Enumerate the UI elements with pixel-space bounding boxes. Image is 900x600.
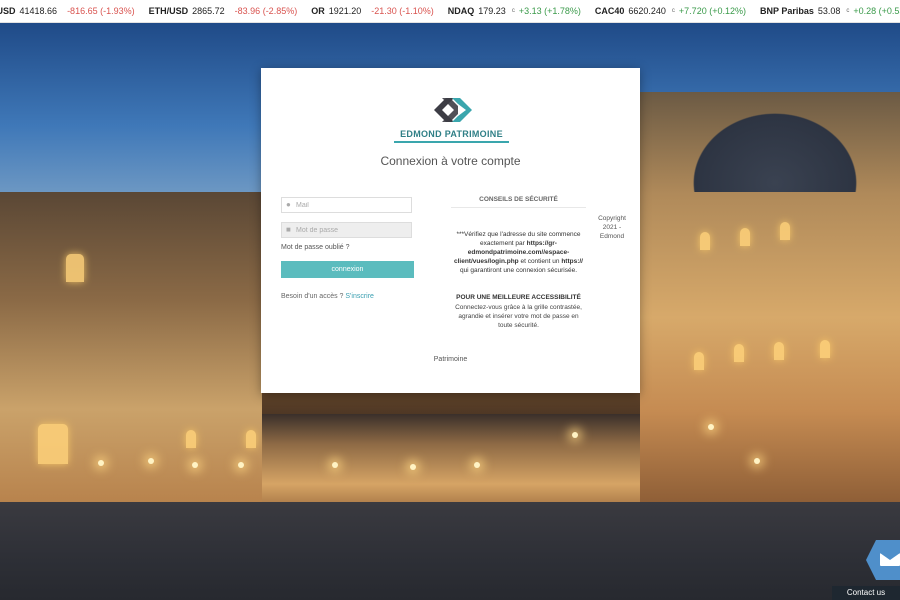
ticker-change: -21.30 (-1.10%) bbox=[371, 6, 434, 16]
password-input[interactable] bbox=[296, 224, 406, 236]
ticker-symbol: ETH/USD bbox=[148, 6, 189, 16]
ticker-item: CAC40 6620.240 c +7.720 (+0.12%) bbox=[595, 0, 746, 22]
ticker-item: OR 1921.20 -21.30 (-1.10%) bbox=[311, 0, 434, 22]
signup-prefix: Besoin d'un accès ? bbox=[281, 293, 344, 300]
ticker-item: ETH/USD 2865.72 -83.96 (-2.85%) bbox=[149, 0, 298, 22]
ticker-change: -83.96 (-2.85%) bbox=[234, 6, 298, 16]
ticker-item: BNP Paribas53.08 c+0.28 (+0.53%) bbox=[760, 0, 900, 22]
ticker-value: 41418.66 bbox=[19, 6, 58, 16]
password-field[interactable]: ■ bbox=[281, 222, 412, 238]
brand-underline bbox=[394, 141, 509, 143]
ticker-value: 179.23 bbox=[478, 6, 506, 16]
signup-link[interactable]: S'inscrire bbox=[345, 293, 374, 300]
ticker-value: 2865.72 bbox=[192, 6, 225, 16]
ticker-value: 53.08 bbox=[817, 6, 841, 16]
ticker-symbol: NDAQ bbox=[447, 6, 475, 16]
ticker-currency-mark: c bbox=[511, 8, 515, 14]
email-input[interactable] bbox=[296, 199, 406, 211]
ticker-item: /USD41418.66 -816.65 (-1.93%) bbox=[0, 0, 135, 22]
accessibility-text: Connectez-vous grâce à la grille contras… bbox=[455, 304, 582, 329]
ticker-value: 1921.20 bbox=[328, 6, 362, 16]
login-button[interactable]: connexion bbox=[281, 261, 414, 278]
security-https: https:// bbox=[561, 258, 583, 265]
user-icon: ● bbox=[286, 200, 291, 209]
lock-icon: ■ bbox=[286, 225, 291, 234]
security-text-suffix: qui garantiront une connexion sécurisée. bbox=[459, 267, 578, 274]
accessibility-title: POUR UNE MEILLEURE ACCESSIBILITÉ bbox=[456, 294, 581, 301]
security-heading: CONSEILS DE SÉCURITÉ bbox=[451, 196, 586, 208]
ticker-change: +7.720 (+0.12%) bbox=[678, 6, 746, 16]
ticker-change: -816.65 (-1.93%) bbox=[67, 6, 135, 16]
brand-name: EDMOND PATRIMOINE bbox=[400, 129, 503, 139]
stock-ticker: /USD41418.66 -816.65 (-1.93%) ETH/USD2865.… bbox=[0, 0, 900, 23]
signup-line: Besoin d'un accès ? S'inscrire bbox=[281, 293, 374, 300]
ticker-value: 6620.240 bbox=[628, 6, 666, 16]
login-card: EDMOND PATRIMOINE Connexion à votre comp… bbox=[261, 68, 640, 393]
ticker-change: +0.28 (+0.53%) bbox=[853, 6, 900, 16]
ticker-symbol: OR bbox=[311, 6, 325, 16]
forgot-password-link[interactable]: Mot de passe oublié ? bbox=[281, 244, 350, 251]
security-text-prefix: ***Vérifiez que l'adresse du site commen… bbox=[456, 231, 581, 247]
email-field[interactable]: ● bbox=[281, 197, 412, 213]
ticker-symbol: /USD bbox=[0, 6, 16, 16]
ticker-track: /USD41418.66 -816.65 (-1.93%) ETH/USD2865.… bbox=[0, 0, 900, 22]
security-text-mid: et contient un bbox=[520, 258, 560, 265]
ticker-symbol: CAC40 bbox=[594, 6, 625, 16]
ticker-currency-mark: c bbox=[671, 8, 675, 14]
security-text: ***Vérifiez que l'adresse du site commen… bbox=[451, 230, 586, 275]
card-footer: Patrimoine bbox=[433, 356, 468, 363]
ticker-currency-mark: c bbox=[846, 8, 850, 14]
login-title: Connexion à votre compte bbox=[380, 154, 521, 168]
contact-us-button[interactable]: Contact us bbox=[832, 586, 900, 600]
ticker-change: +3.13 (+1.78%) bbox=[518, 6, 581, 16]
ticker-symbol: BNP Paribas bbox=[759, 6, 814, 16]
ticker-item: NDAQ 179.23 c +3.13 (+1.78%) bbox=[448, 0, 581, 22]
copyright-text: Copyright 2021 - Edmond bbox=[598, 215, 626, 240]
